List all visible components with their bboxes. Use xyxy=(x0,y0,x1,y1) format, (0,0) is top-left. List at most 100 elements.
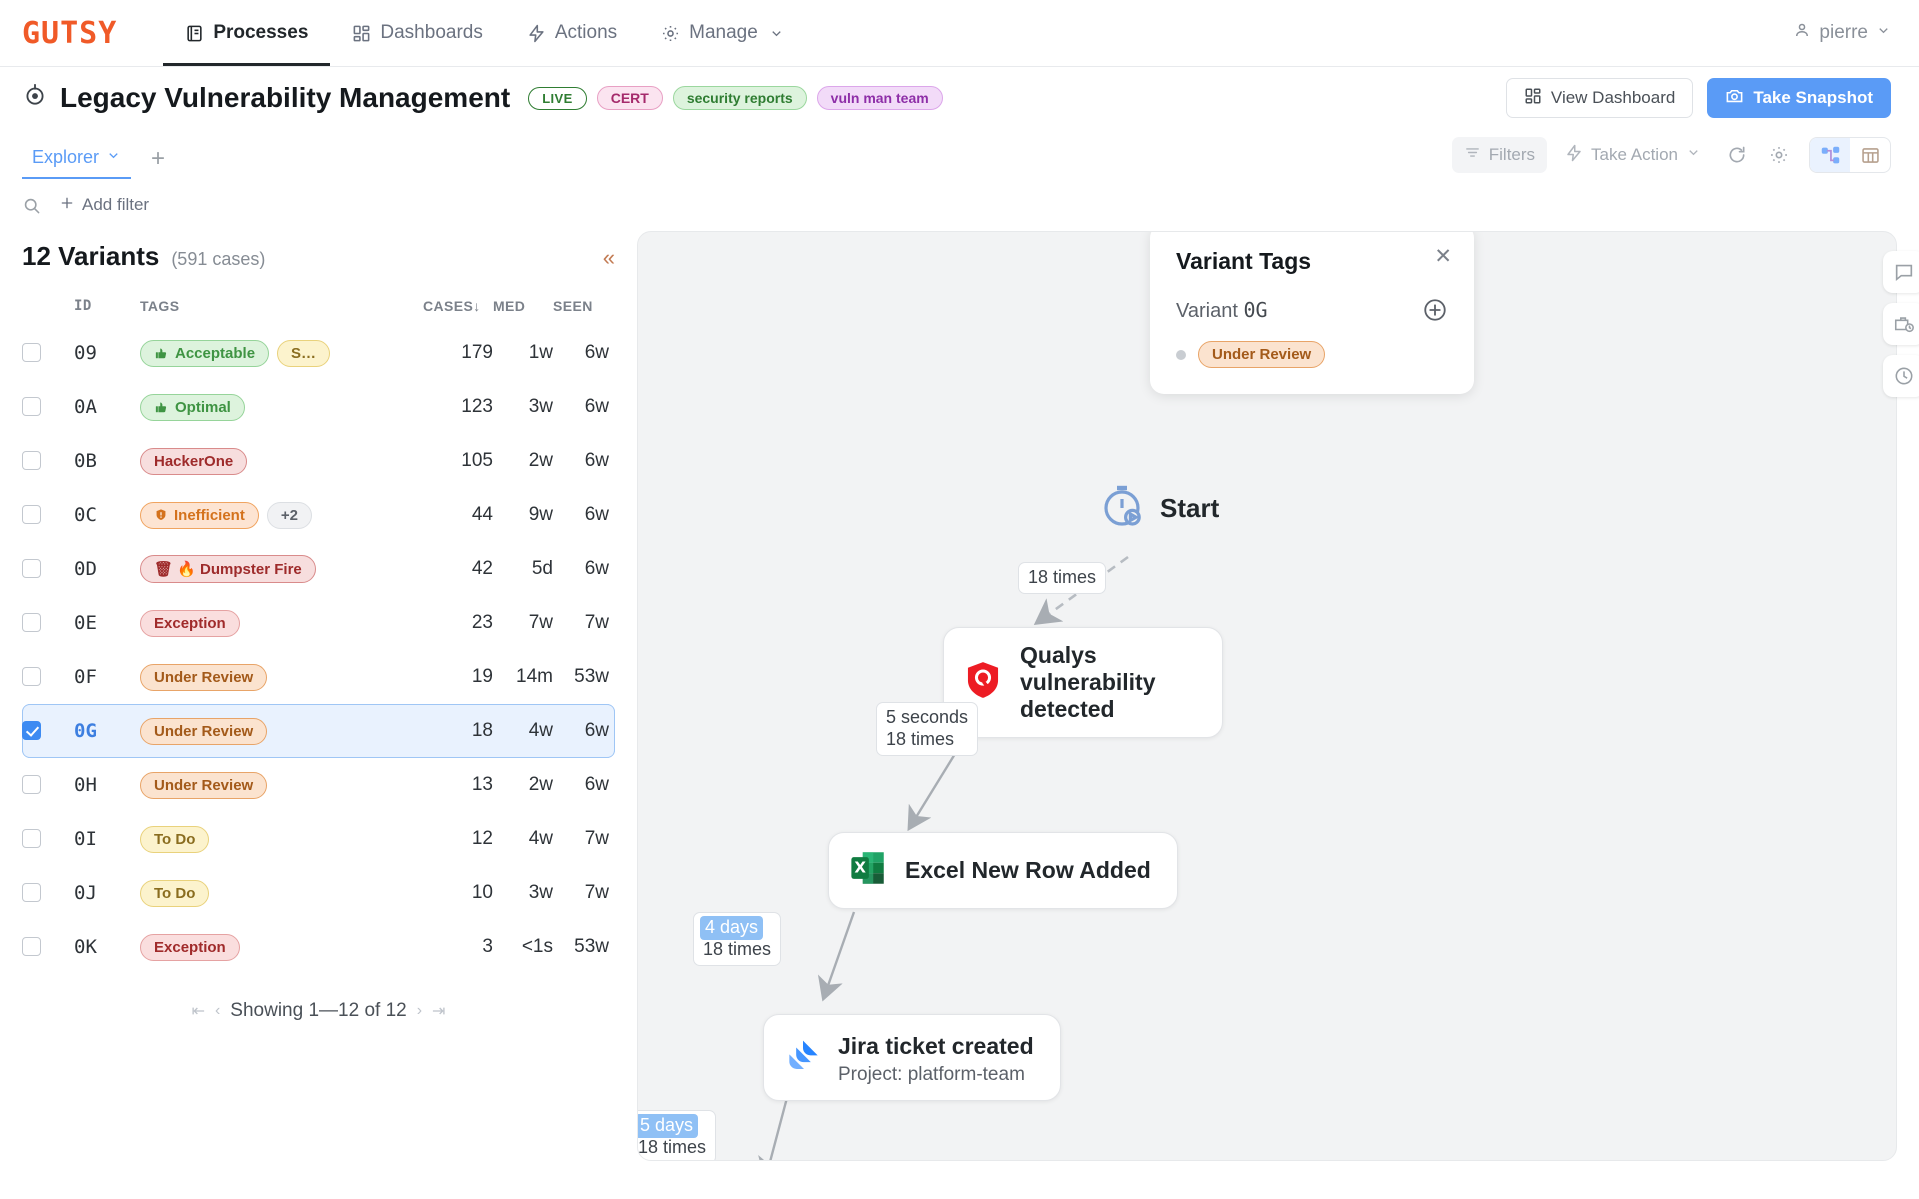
row-checkbox[interactable] xyxy=(22,883,41,903)
column-header-tags[interactable]: TAGS xyxy=(140,292,423,326)
dashboards-icon xyxy=(1524,87,1542,110)
graph-start-node[interactable]: Start xyxy=(1098,482,1219,535)
table-row[interactable]: 0A Optimal 123 3w 6w xyxy=(22,380,615,434)
table-row[interactable]: 0K Exception 3 <1s 53w xyxy=(22,920,615,974)
status-badge[interactable]: Under Review xyxy=(140,663,268,691)
graph-edge-label-3[interactable]: 5 days 18 times xyxy=(638,1110,717,1160)
nav-item-manage[interactable]: Manage xyxy=(639,0,806,66)
row-checkbox[interactable] xyxy=(22,343,41,363)
graph-edge-label-1[interactable]: 5 seconds 18 times xyxy=(876,702,979,756)
variant-tag-under-review[interactable]: Under Review xyxy=(1198,341,1326,368)
plus-circle-icon[interactable] xyxy=(1422,297,1448,323)
graph-node-excel[interactable]: X Excel New Row Added xyxy=(828,832,1178,909)
row-checkbox[interactable] xyxy=(22,775,41,795)
status-badge[interactable]: Exception xyxy=(140,933,240,961)
jira-icon xyxy=(782,1037,822,1082)
status-badge[interactable]: Under Review xyxy=(140,771,268,799)
nav-item-dashboards[interactable]: Dashboards xyxy=(330,0,504,66)
table-row[interactable]: 0D 🗑 🔥 Dumpster Fire 42 5d 6w xyxy=(22,542,615,596)
status-badge[interactable]: To Do xyxy=(140,879,210,907)
variant-word: Variant xyxy=(1176,299,1238,322)
nav-item-actions[interactable]: Actions xyxy=(505,0,639,66)
status-badge[interactable]: Exception xyxy=(140,609,240,637)
collapse-left-icon[interactable]: « xyxy=(603,247,615,269)
column-header-cases[interactable]: CASES↓ xyxy=(423,292,493,326)
add-tab-button[interactable]: + xyxy=(131,147,177,179)
briefcase-clock-icon[interactable] xyxy=(1883,303,1919,345)
process-graph-canvas[interactable]: Start 18 times Qualys vulnerability dete… xyxy=(637,231,1897,1161)
graph-edge-1-line1: 5 seconds xyxy=(886,707,969,727)
take-action-button[interactable]: Take Action xyxy=(1553,137,1713,173)
pagination-last-button[interactable]: ⇥ xyxy=(432,1001,445,1021)
table-row[interactable]: 0I To Do 12 4w 7w xyxy=(22,812,615,866)
chip-security-reports[interactable]: security reports xyxy=(672,86,807,110)
row-checkbox[interactable] xyxy=(22,397,41,417)
nav-item-processes[interactable]: Processes xyxy=(163,0,331,66)
history-clock-icon[interactable] xyxy=(1883,355,1919,397)
add-filter-label: Add filter xyxy=(82,195,150,214)
row-checkbox[interactable] xyxy=(22,505,41,525)
column-header-seen[interactable]: SEEN xyxy=(553,292,615,326)
status-badge[interactable]: Optimal xyxy=(140,393,245,421)
row-checkbox[interactable] xyxy=(22,937,41,957)
status-badge[interactable]: To Do xyxy=(140,825,210,853)
table-row[interactable]: 0C Inefficient +2 44 9w 6w xyxy=(22,488,615,542)
view-dashboard-button[interactable]: View Dashboard xyxy=(1505,78,1694,118)
status-badge[interactable]: S… xyxy=(277,339,331,367)
close-icon[interactable]: ✕ xyxy=(1434,246,1452,267)
add-filter-button[interactable]: Add filter xyxy=(59,195,149,216)
status-badge[interactable]: Acceptable xyxy=(140,339,270,367)
header-buttons: View Dashboard Take Snapshot xyxy=(1505,78,1891,118)
row-checkbox[interactable] xyxy=(22,559,41,579)
row-checkbox[interactable] xyxy=(22,451,41,471)
row-seen: 7w xyxy=(584,612,609,633)
table-view-button[interactable] xyxy=(1850,138,1890,172)
graph-edge-label-2[interactable]: 4 days 18 times xyxy=(693,912,782,966)
table-row[interactable]: 0H Under Review 13 2w 6w xyxy=(22,758,615,812)
table-row[interactable]: 0E Exception 23 7w 7w xyxy=(22,596,615,650)
table-row[interactable]: 0F Under Review 19 14m 53w xyxy=(22,650,615,704)
status-badge[interactable]: Inefficient xyxy=(140,501,259,529)
row-id: 0F xyxy=(74,666,97,688)
row-tags: Under Review xyxy=(140,758,423,812)
table-row[interactable]: 0B HackerOne 105 2w 6w xyxy=(22,434,615,488)
row-checkbox[interactable] xyxy=(22,613,41,633)
table-row[interactable]: 0J To Do 10 3w 7w xyxy=(22,866,615,920)
chip-cert[interactable]: CERT xyxy=(596,86,663,110)
row-checkbox[interactable] xyxy=(22,829,41,849)
refresh-button[interactable] xyxy=(1719,137,1755,173)
search-icon[interactable] xyxy=(22,196,41,215)
status-badge[interactable]: 🗑 🔥 Dumpster Fire xyxy=(140,555,316,583)
pagination-first-button[interactable]: ⇤ xyxy=(192,1001,205,1021)
graph-edge-2-line2: 18 times xyxy=(703,938,772,959)
user-menu[interactable]: pierre xyxy=(1793,0,1891,66)
pagination-prev-button[interactable]: ‹ xyxy=(215,1002,220,1020)
status-badge[interactable]: Under Review xyxy=(140,717,268,745)
graph-node-jira[interactable]: Jira ticket created Project: platform-te… xyxy=(763,1014,1061,1102)
table-row[interactable]: 09 Acceptable S… 179 1w 6w xyxy=(22,326,615,380)
column-header-cases-label: CASES xyxy=(423,298,474,314)
tab-explorer[interactable]: Explorer xyxy=(22,147,132,179)
comment-icon[interactable] xyxy=(1883,251,1919,293)
filters-button[interactable]: Filters xyxy=(1451,137,1548,173)
gutsy-logo[interactable]: GUTSY xyxy=(22,0,117,66)
chip-vuln-man-team[interactable]: vuln man team xyxy=(816,86,943,110)
filter-icon xyxy=(1464,144,1481,166)
gear-icon xyxy=(661,24,680,43)
graph-view-button[interactable] xyxy=(1810,138,1850,172)
pagination-next-button[interactable]: › xyxy=(417,1002,422,1020)
column-header-id[interactable]: ID xyxy=(74,292,140,326)
take-snapshot-button[interactable]: Take Snapshot xyxy=(1707,78,1891,118)
settings-button[interactable] xyxy=(1761,137,1797,173)
status-badge[interactable]: +2 xyxy=(266,501,312,529)
graph-node-qualys[interactable]: Qualys vulnerability detected xyxy=(943,627,1223,739)
chip-live[interactable]: LIVE xyxy=(528,86,587,110)
column-header-med[interactable]: MED xyxy=(493,292,553,326)
graph-edge-label-0[interactable]: 18 times xyxy=(1018,562,1107,594)
table-row[interactable]: 0G Under Review 18 4w 6w xyxy=(22,704,615,758)
status-badge[interactable]: HackerOne xyxy=(140,447,248,475)
row-checkbox[interactable] xyxy=(22,667,41,687)
row-checkbox[interactable] xyxy=(22,721,41,741)
variant-tags-panel[interactable]: Variant Tags ✕ Variant 0G Under Review xyxy=(1150,232,1474,394)
variants-table-body: 09 Acceptable S… 179 1w 6w 0A Optimal 123 3w 6w 0B H… xyxy=(22,326,615,974)
